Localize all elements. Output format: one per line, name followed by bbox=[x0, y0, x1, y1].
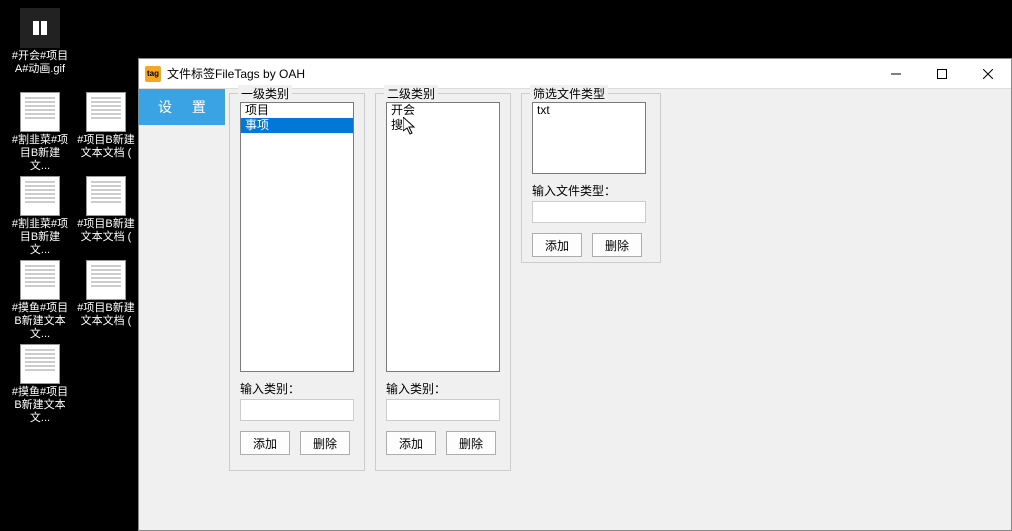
desktop-file-icon[interactable]: #摸鱼#项目B新建文本文... bbox=[10, 344, 70, 425]
panel1-input-label: 输入类别： bbox=[240, 380, 354, 397]
desktop-file-icon[interactable]: #项目B新建文本文档 ( bbox=[76, 176, 136, 244]
desktop-file-icon[interactable]: #割韭菜#项目B新建文... bbox=[10, 176, 70, 257]
list-item[interactable]: 开会 bbox=[387, 103, 499, 118]
panel3-add-button[interactable]: 添加 bbox=[532, 233, 582, 257]
panel2-input-label: 输入类别： bbox=[386, 380, 500, 397]
panel1-delete-button[interactable]: 删除 bbox=[300, 431, 350, 455]
panel3-input[interactable] bbox=[532, 201, 646, 223]
desktop-icon-label: #项目B新建文本文档 ( bbox=[76, 218, 136, 244]
maximize-button[interactable] bbox=[919, 59, 965, 88]
filetype-listbox[interactable]: txt bbox=[532, 102, 646, 174]
desktop-icon-label: #项目B新建文本文档 ( bbox=[76, 134, 136, 160]
list-item[interactable]: 事项 bbox=[241, 118, 353, 133]
text-file-icon bbox=[20, 92, 60, 132]
desktop-icon-label: #割韭菜#项目B新建文... bbox=[10, 218, 70, 257]
text-file-icon bbox=[20, 176, 60, 216]
gif-file-icon bbox=[20, 8, 60, 48]
panel3-legend: 筛选文件类型 bbox=[530, 85, 608, 102]
panel1-legend: 一级类别 bbox=[238, 85, 292, 102]
panel3-delete-button[interactable]: 删除 bbox=[592, 233, 642, 257]
text-file-icon bbox=[86, 92, 126, 132]
panel2-delete-button[interactable]: 删除 bbox=[446, 431, 496, 455]
panel-filetype-filter: 筛选文件类型 txt 输入文件类型： 添加 删除 bbox=[521, 93, 661, 263]
desktop-file-icon[interactable]: #开会#项目A#动画.gif bbox=[10, 8, 70, 76]
panel-level2-category: 二级类别 开会搜 输入类别： 添加 删除 bbox=[375, 93, 511, 471]
panel3-input-label: 输入文件类型： bbox=[532, 182, 650, 199]
text-file-icon bbox=[86, 260, 126, 300]
desktop-file-icon[interactable]: #项目B新建文本文档 ( bbox=[76, 92, 136, 160]
content-area: 设 置 一级类别 项目事项 输入类别： 添加 删除 二级类别 开会搜 输入类别： bbox=[139, 89, 1011, 530]
app-icon: tag bbox=[145, 66, 161, 82]
sidebar: 设 置 bbox=[139, 89, 225, 530]
desktop-icon-label: #摸鱼#项目B新建文本文... bbox=[10, 302, 70, 341]
level1-listbox[interactable]: 项目事项 bbox=[240, 102, 354, 372]
window-title: 文件标签FileTags by OAH bbox=[167, 65, 873, 82]
desktop-icon-label: #开会#项目A#动画.gif bbox=[10, 50, 70, 76]
text-file-icon bbox=[20, 260, 60, 300]
panel1-input[interactable] bbox=[240, 399, 354, 421]
panel-level1-category: 一级类别 项目事项 输入类别： 添加 删除 bbox=[229, 93, 365, 471]
list-item[interactable]: txt bbox=[533, 103, 645, 118]
level2-listbox[interactable]: 开会搜 bbox=[386, 102, 500, 372]
close-button[interactable] bbox=[965, 59, 1011, 88]
panel2-legend: 二级类别 bbox=[384, 85, 438, 102]
desktop-file-icon[interactable]: #摸鱼#项目B新建文本文... bbox=[10, 260, 70, 341]
list-item[interactable]: 项目 bbox=[241, 103, 353, 118]
minimize-button[interactable] bbox=[873, 59, 919, 88]
desktop-file-icon[interactable]: #割韭菜#项目B新建文... bbox=[10, 92, 70, 173]
desktop-file-icon[interactable]: #项目B新建文本文档 ( bbox=[76, 260, 136, 328]
sidebar-item-settings[interactable]: 设 置 bbox=[139, 89, 225, 125]
list-item[interactable]: 搜 bbox=[387, 118, 499, 133]
desktop-icon-label: #割韭菜#项目B新建文... bbox=[10, 134, 70, 173]
window-controls bbox=[873, 59, 1011, 88]
desktop-icon-label: #摸鱼#项目B新建文本文... bbox=[10, 386, 70, 425]
app-window: tag 文件标签FileTags by OAH 设 置 一级类别 项目事项 输入… bbox=[138, 58, 1012, 531]
panel1-add-button[interactable]: 添加 bbox=[240, 431, 290, 455]
desktop-icon-label: #项目B新建文本文档 ( bbox=[76, 302, 136, 328]
panel2-input[interactable] bbox=[386, 399, 500, 421]
text-file-icon bbox=[86, 176, 126, 216]
text-file-icon bbox=[20, 344, 60, 384]
panels: 一级类别 项目事项 输入类别： 添加 删除 二级类别 开会搜 输入类别： 添加 … bbox=[225, 89, 1011, 530]
panel2-add-button[interactable]: 添加 bbox=[386, 431, 436, 455]
